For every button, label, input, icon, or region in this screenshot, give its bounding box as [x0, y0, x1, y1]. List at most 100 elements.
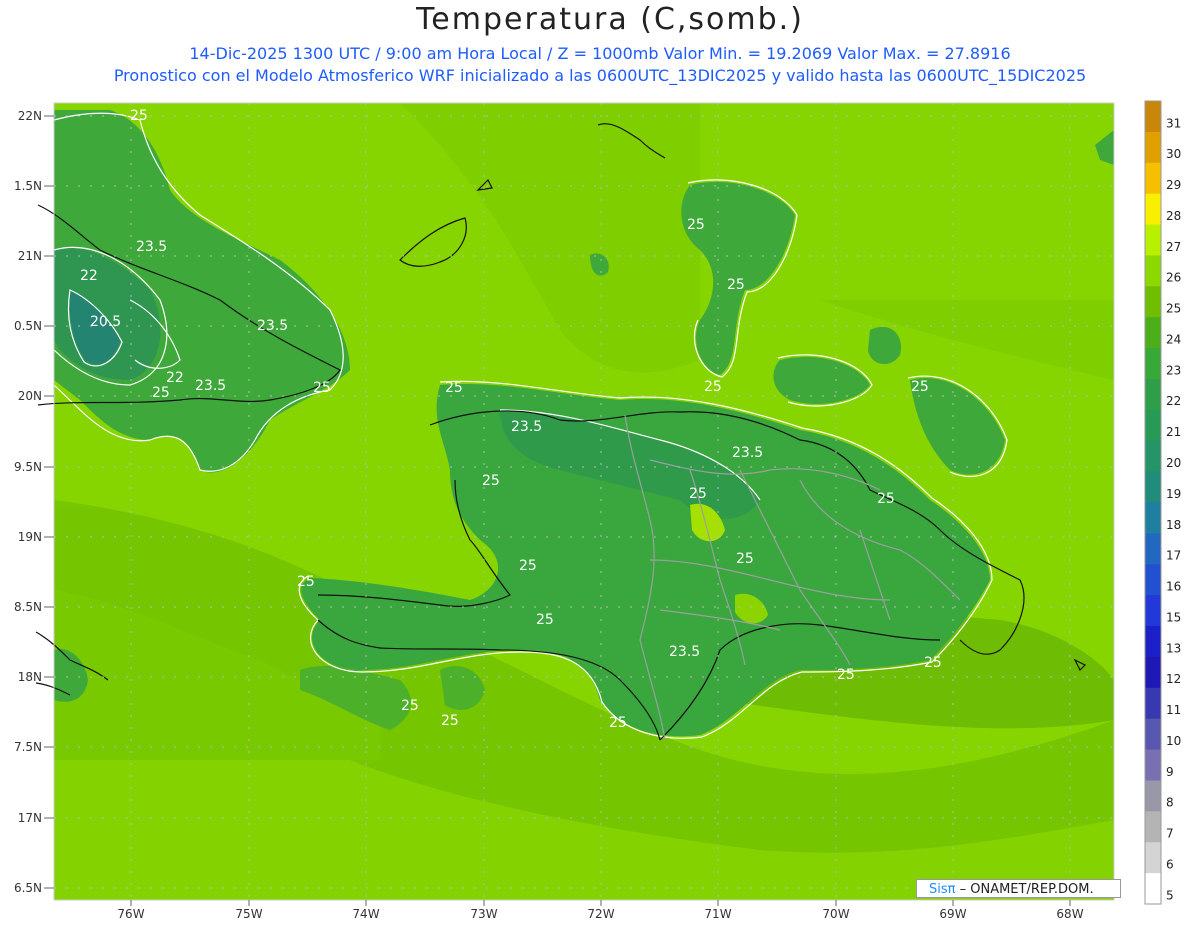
contour-label: 25	[130, 108, 148, 124]
contour-label: 25	[536, 612, 554, 628]
contour-label: 25	[401, 698, 419, 714]
contour-label: 25	[837, 667, 855, 683]
lat-label: 19N	[18, 530, 42, 544]
colorbar-swatch	[1145, 101, 1161, 133]
contour-label: 25	[704, 379, 722, 395]
contour-label: 25	[313, 380, 331, 396]
lon-label: 76W	[117, 907, 144, 921]
contour-label: 25	[441, 713, 459, 729]
contour-label: 23.5	[136, 239, 167, 255]
colorbar-label: 8	[1166, 796, 1174, 810]
colorbar-label: 23	[1166, 363, 1181, 377]
colorbar-swatch	[1145, 224, 1161, 256]
colorbar-label: 21	[1166, 425, 1181, 439]
colorbar-label: 11	[1166, 703, 1181, 717]
colorbar-label: 17	[1166, 549, 1181, 563]
colorbar-swatch	[1145, 471, 1161, 503]
colorbar-label: 13	[1166, 641, 1181, 655]
colorbar-label: 31	[1166, 116, 1181, 130]
lon-label: 70W	[822, 907, 849, 921]
colorbar-swatch	[1145, 873, 1161, 905]
contour-label: 22	[80, 268, 98, 284]
contour-label: 25	[689, 486, 707, 502]
colorbar-swatch	[1145, 718, 1161, 751]
colorbar-label: 19	[1166, 487, 1181, 501]
contour-label: 25	[736, 551, 754, 567]
colorbar-swatch	[1145, 656, 1161, 689]
colorbar-label: 15	[1166, 610, 1181, 624]
colorbar-label: 10	[1166, 734, 1181, 748]
colorbar-swatch	[1145, 378, 1161, 411]
colorbar-swatch	[1145, 193, 1161, 226]
lon-label: 69W	[939, 907, 966, 921]
contour-label: 23.5	[257, 318, 288, 334]
lat-label: 18N	[18, 670, 42, 684]
credit-org: – ONAMET/REP.DOM.	[955, 882, 1094, 897]
colorbar-swatch	[1145, 255, 1161, 287]
contour-label: 25	[519, 558, 537, 574]
lon-label: 72W	[587, 907, 614, 921]
colorbar-label: 12	[1166, 672, 1181, 686]
contour-label: 23.5	[195, 378, 226, 394]
colorbar: 31 30 29 28 27 26 25 24 23 22 21 20 19 18 17 16 15 13 12 11…	[1144, 100, 1181, 905]
lat-tick-marks	[44, 115, 54, 889]
colorbar-swatch	[1145, 533, 1161, 565]
colorbar-label: 30	[1166, 147, 1181, 161]
colorbar-swatch	[1145, 780, 1161, 812]
colorbar-label: 5	[1166, 888, 1174, 902]
colorbar-label: 16	[1166, 580, 1181, 594]
lat-label: 7.5N	[14, 740, 42, 754]
colorbar-swatch	[1145, 564, 1161, 596]
colorbar-label: 28	[1166, 209, 1181, 223]
colorbar-swatch	[1145, 131, 1161, 164]
contour-label: 25	[482, 473, 500, 489]
contour-label: 23.5	[732, 445, 763, 461]
colorbar-swatch	[1145, 286, 1161, 318]
lon-label: 74W	[352, 907, 379, 921]
lat-label: 20N	[18, 389, 42, 403]
lat-label: 17N	[18, 811, 42, 825]
colorbar-swatch	[1145, 162, 1161, 195]
colorbar-swatch	[1145, 749, 1161, 781]
lon-label: 73W	[470, 907, 497, 921]
contour-label: 25	[297, 574, 315, 590]
contour-label: 25	[924, 655, 942, 671]
longitude-labels: 76W 75W 74W 73W 72W 71W 70W 69W 68W	[117, 907, 1083, 921]
colorbar-swatch	[1145, 626, 1161, 658]
colorbar-swatch	[1145, 409, 1161, 442]
colorbar-swatch	[1145, 811, 1161, 843]
colorbar-swatch	[1145, 440, 1161, 473]
lat-label: 9.5N	[14, 460, 42, 474]
colorbar-swatch	[1145, 348, 1161, 380]
contour-label: 25	[877, 491, 895, 507]
colorbar-label: 7	[1166, 827, 1174, 841]
temperature-map: 25 23.5 22 20.5 23.5 22 23.5 25 25 25 25…	[14, 100, 1181, 921]
lat-label: 1.5N	[14, 179, 42, 193]
contour-label: 25	[687, 217, 705, 233]
colorbar-label: 18	[1166, 518, 1181, 532]
contour-label: 23.5	[669, 644, 700, 660]
contour-label: 20.5	[90, 314, 121, 330]
latitude-labels: 22N 1.5N 21N 0.5N 20N 9.5N 19N 8.5N 18N …	[14, 109, 42, 895]
colorbar-label: 20	[1166, 456, 1181, 470]
lon-label: 68W	[1056, 907, 1083, 921]
contour-label: 23.5	[511, 419, 542, 435]
colorbar-swatch	[1145, 842, 1161, 874]
colorbar-label: 24	[1166, 332, 1181, 346]
contour-label: 25	[445, 380, 463, 396]
colorbar-label: 9	[1166, 765, 1174, 779]
colorbar-swatch	[1145, 687, 1161, 720]
colorbar-label: 29	[1166, 178, 1181, 192]
colorbar-label: 22	[1166, 394, 1181, 408]
contour-label: 25	[609, 715, 627, 731]
lat-label: 6.5N	[14, 881, 42, 895]
sistema-logo-text: Sisπ	[929, 882, 956, 897]
contour-label: 25	[152, 385, 170, 401]
lat-label: 0.5N	[14, 319, 42, 333]
colorbar-label: 6	[1166, 857, 1174, 871]
contour-label: 22	[166, 370, 184, 386]
colorbar-swatch	[1145, 595, 1161, 627]
colorbar-swatch	[1145, 502, 1161, 534]
lat-label: 21N	[18, 249, 42, 263]
contour-label: 25	[727, 277, 745, 293]
